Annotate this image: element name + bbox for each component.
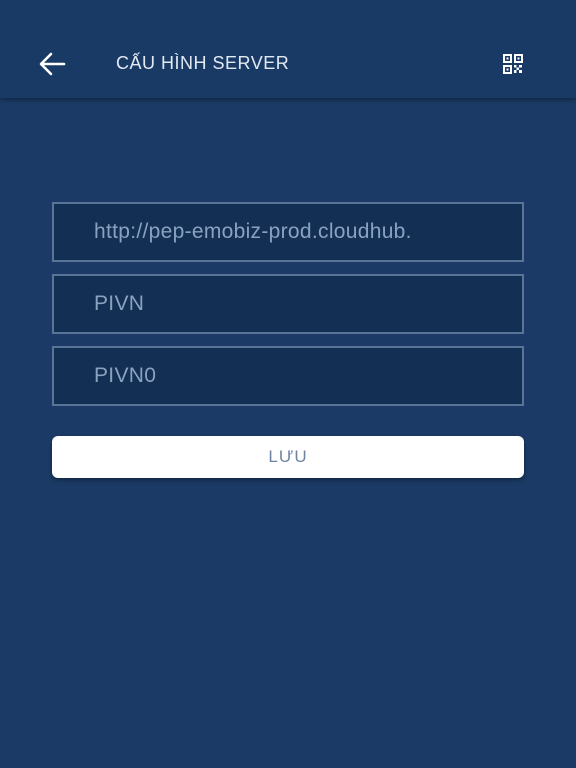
arrow-left-icon	[39, 52, 66, 76]
back-button[interactable]	[34, 48, 70, 80]
qr-scan-button[interactable]	[502, 53, 524, 75]
server-url-field[interactable]	[52, 202, 524, 262]
username-input[interactable]	[54, 348, 522, 404]
qr-code-icon	[503, 54, 523, 74]
app-bar: CẤU HÌNH SERVER	[0, 0, 576, 98]
server-url-input[interactable]	[54, 204, 522, 260]
page-title: CẤU HÌNH SERVER	[116, 53, 290, 73]
save-button[interactable]: LƯU	[52, 436, 524, 478]
username-field[interactable]	[52, 346, 524, 406]
company-input[interactable]	[54, 276, 522, 332]
company-field[interactable]	[52, 274, 524, 334]
